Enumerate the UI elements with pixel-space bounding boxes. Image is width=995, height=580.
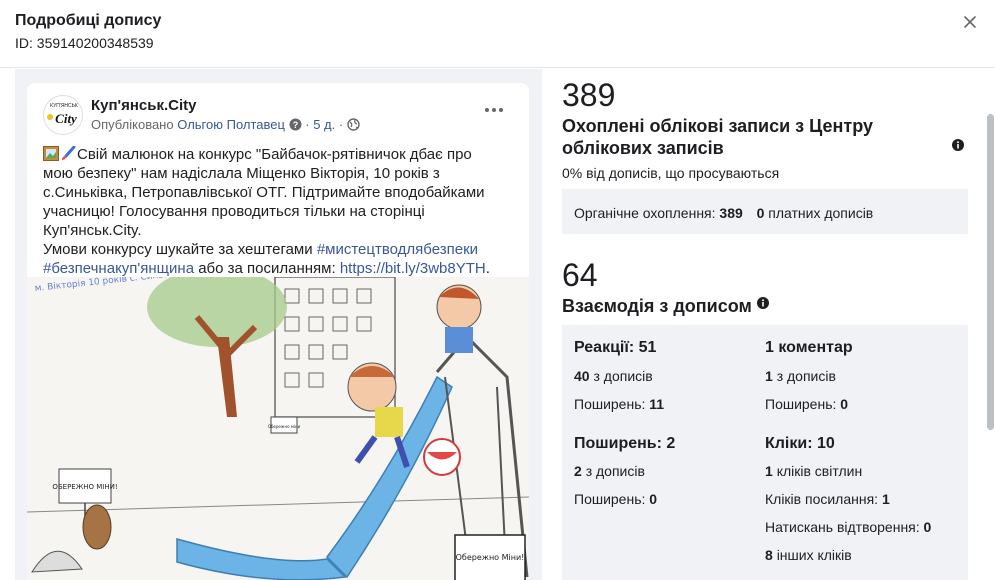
dialog-header: Подробиці допису ID: 359140200348539 — [0, 0, 995, 68]
clicks-photo: 1 кліків світлин — [765, 463, 863, 479]
meta-separator: · — [305, 117, 310, 132]
dialog-body: КУП'ЯНСЬК City Куп'янськ.City Опублікова… — [0, 69, 995, 580]
post-text-line: Умови конкурсу шукайте за хештегами #мис… — [43, 240, 521, 259]
info-icon[interactable] — [757, 297, 769, 309]
scrollbar[interactable] — [987, 114, 994, 430]
comments-shares: Поширень: 0 — [765, 396, 849, 412]
published-prefix: Опубліковано — [91, 117, 174, 132]
info-icon[interactable] — [952, 139, 964, 151]
post-line-1: Свій малюнок на конкурс "Байбачок-рятівн… — [43, 145, 521, 164]
avatar[interactable]: КУП'ЯНСЬК City — [43, 95, 83, 135]
reach-title-line: Охоплені облікові записи з Центру — [562, 116, 873, 136]
reactions-shares: Поширень: 11 — [574, 396, 665, 412]
sign-text: ОБЕРЕЖНО МІНИ! — [52, 483, 117, 491]
clicks-head: Кліки: 10 — [765, 435, 835, 452]
sign-text: Обережно міни — [268, 424, 301, 429]
avatar-text-top: КУП'ЯНСЬК — [50, 103, 78, 109]
page-name[interactable]: Куп'янськ.City — [91, 97, 197, 114]
question-icon[interactable]: ? — [289, 118, 302, 131]
reach-subtitle: 0% від дописів, що просуваються — [562, 165, 780, 181]
post-url-link[interactable]: https://bit.ly/3wb8YTH — [340, 260, 486, 277]
reactions-from-posts: 40 з дописів — [574, 368, 653, 384]
clicks-play: Натискань відтворення: 0 — [765, 519, 932, 535]
post-text: Свій малюнок на конкурс "Байбачок-рятівн… — [43, 145, 521, 278]
post-preview-pane[interactable]: КУП'ЯНСЬК City Куп'янськ.City Опублікова… — [15, 69, 542, 580]
engagement-title-text: Взаємодія з дописом — [562, 296, 752, 316]
post-text-line: Свій малюнок на конкурс "Байбачок-рятівн… — [77, 146, 472, 163]
clicks-link: Кліків посилання: 1 — [765, 491, 890, 507]
post-text-line: #безпечнакуп'янщина або за посиланням: h… — [43, 259, 521, 278]
meta-separator-2: · — [338, 117, 344, 132]
shares-head: Поширень: 2 — [574, 435, 676, 452]
author-link[interactable]: Ольгою Полтавец — [177, 117, 285, 132]
close-icon[interactable] — [960, 12, 980, 32]
engagement-title: Взаємодія з дописом — [562, 295, 752, 317]
children-drawing: м. Вікторія 10 років с. Синьківка ОБЕРЕЖ… — [27, 277, 529, 580]
post-meta: Опубліковано Ольгою Полтавец ? · 5 д. · — [91, 117, 360, 132]
conditions-text: Умови конкурсу шукайте за хештегами — [43, 241, 313, 258]
page-logo: КУП'ЯНСЬК City — [45, 97, 82, 134]
frame-emoji — [43, 146, 59, 161]
insights-pane: 389 Охоплені облікові записи з Центру об… — [562, 69, 972, 580]
link-prefix: або за посиланням: — [198, 260, 336, 277]
shares-shares: Поширень: 0 — [574, 491, 658, 507]
reach-title-line: облікових записів — [562, 138, 724, 158]
svg-text:?: ? — [292, 120, 298, 130]
paid-value: 0 — [756, 205, 765, 221]
drawing-sign-right: Обережно Міни! — [454, 534, 526, 580]
drawing-ball — [423, 438, 461, 476]
organic-value: 389 — [719, 205, 743, 221]
post-card: КУП'ЯНСЬК City Куп'янськ.City Опублікова… — [27, 83, 529, 580]
paid-label: платних дописів — [768, 205, 874, 221]
reach-title: Охоплені облікові записи з Центру обліко… — [562, 115, 873, 159]
clicks-other: 8 інших кліків — [765, 547, 852, 563]
drawing-sign-mid: Обережно міни — [268, 416, 301, 434]
reactions-head: Реакції: 51 — [574, 339, 657, 356]
engagement-breakdown: Реакції: 51 40 з дописів Поширень: 11 По… — [562, 325, 968, 580]
link-suffix: . — [485, 260, 490, 277]
reach-breakdown: Органічне охоплення: 389 0 платних допис… — [562, 189, 968, 234]
post-age[interactable]: 5 д. — [313, 117, 335, 132]
post-text-line: мою безпеку" нам надіслала Міщенко Вікто… — [43, 165, 440, 182]
comments-from-posts: 1 з дописів — [765, 368, 836, 384]
engagement-value: 64 — [562, 257, 598, 293]
globe-icon — [347, 118, 360, 131]
sign-text: Обережно Міни! — [456, 553, 525, 562]
post-image[interactable]: м. Вікторія 10 років с. Синьківка ОБЕРЕЖ… — [27, 277, 529, 580]
post-text-line: Куп'янськ.City. — [43, 222, 142, 239]
post-text-line: с.Синьківка, Петропавлівської ОТГ. Підтр… — [43, 184, 485, 201]
post-id: ID: 359140200348539 — [15, 35, 154, 51]
avatar-text-main: City — [55, 111, 77, 126]
shares-from-posts: 2 з дописів — [574, 463, 645, 479]
organic-reach: Органічне охоплення: 389 0 платних допис… — [574, 205, 873, 221]
brush-emoji — [62, 146, 76, 160]
post-text-line: учасницю! Голосування проводиться тільки… — [43, 203, 425, 220]
hashtag-link[interactable]: #безпечнакуп'янщина — [43, 260, 194, 277]
dialog-title: Подробиці допису — [15, 12, 162, 29]
hashtag-link[interactable]: #мистецтводлябезпеки — [317, 241, 478, 258]
comments-head: 1 коментар — [765, 339, 853, 356]
reach-value: 389 — [562, 77, 616, 113]
organic-label: Органічне охоплення: — [574, 205, 716, 221]
more-icon[interactable] — [483, 101, 505, 119]
